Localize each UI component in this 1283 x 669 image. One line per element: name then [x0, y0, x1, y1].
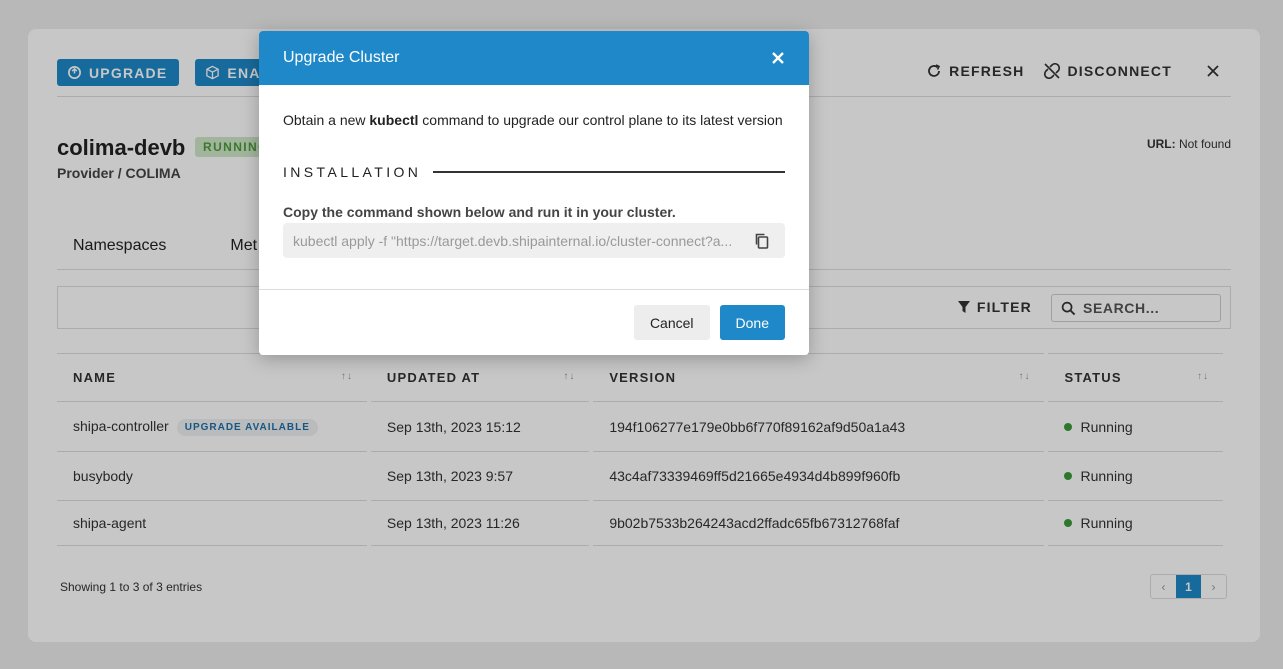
done-button[interactable]: Done	[719, 305, 785, 340]
copy-instruction: Copy the command shown below and run it …	[283, 204, 676, 220]
installation-heading: INSTALLATION	[283, 164, 785, 180]
modal-title: Upgrade Cluster	[283, 49, 400, 66]
heading-rule	[433, 171, 785, 173]
modal-header: Upgrade Cluster	[259, 31, 809, 85]
command-field[interactable]: kubectl apply -f "https://target.devb.sh…	[283, 223, 785, 258]
copy-icon[interactable]	[753, 232, 771, 250]
modal-footer-divider	[259, 289, 809, 290]
modal-actions: Cancel Done	[633, 305, 785, 340]
close-icon[interactable]	[771, 51, 785, 65]
command-text: kubectl apply -f "https://target.devb.sh…	[293, 232, 733, 249]
cancel-button[interactable]: Cancel	[633, 305, 710, 340]
upgrade-cluster-modal: Upgrade Cluster Obtain a new kubectl com…	[259, 31, 809, 355]
modal-description: Obtain a new kubectl command to upgrade …	[283, 112, 783, 128]
